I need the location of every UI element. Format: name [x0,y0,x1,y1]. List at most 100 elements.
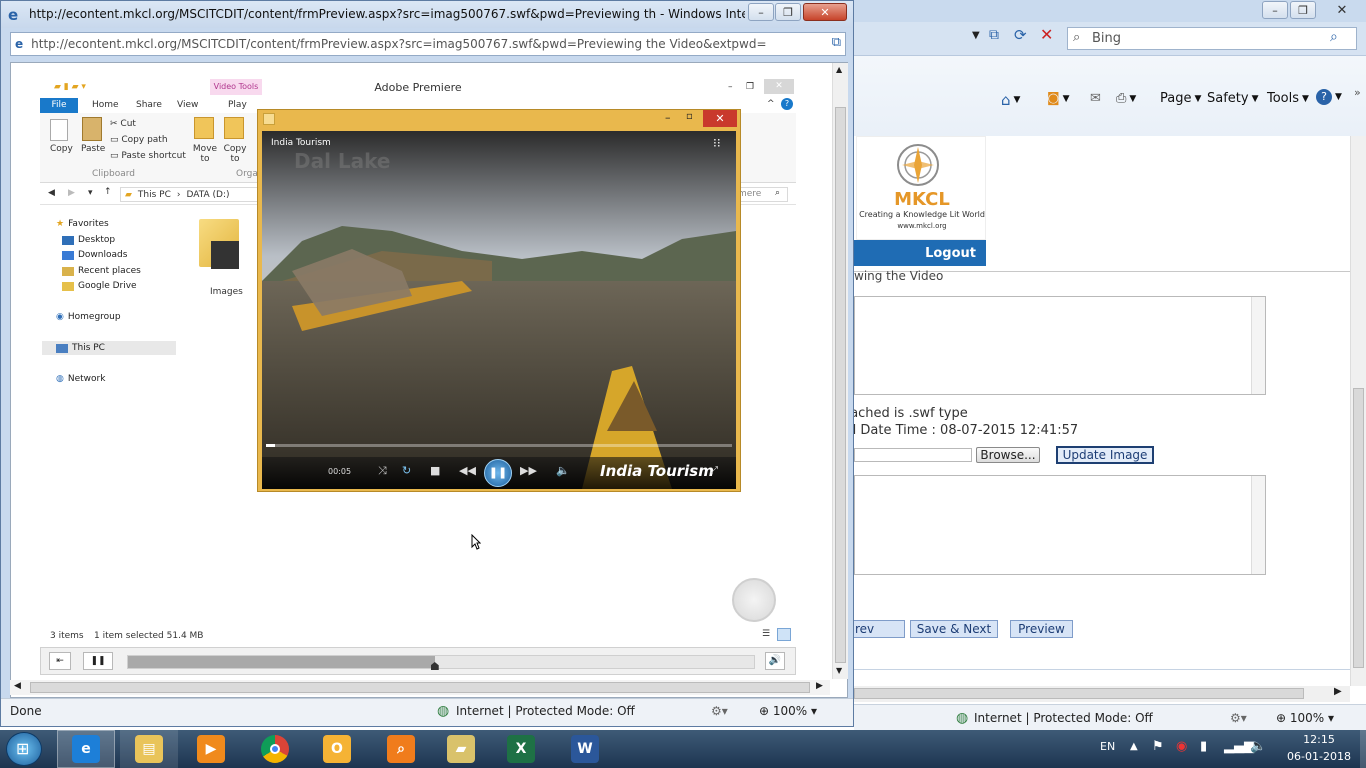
video-frame[interactable]: India Tourism ⁝⁝ Dal Lake 00:05 ⤨ ↻ ■ ◀◀… [262,131,736,489]
print-button[interactable]: ⎙ ▼ [1116,91,1136,106]
scroll-right-icon[interactable]: ▶ [1334,686,1342,697]
nav-network[interactable]: ◍ Network [56,374,105,384]
action-center-icon[interactable]: ⚑ [1152,739,1164,754]
fast-forward-icon[interactable]: ▶▶ [520,464,537,477]
cut-button[interactable]: ✂ Cut [110,119,136,129]
popup-horizontal-scrollbar[interactable]: ◀ ▶ [10,680,830,695]
copy-path-button[interactable]: ▭ Copy path [110,135,168,145]
refresh-icon[interactable]: ⟳ [1014,26,1027,44]
clock-date[interactable]: 06-01-2018 [1284,750,1354,763]
popup-zoom-control[interactable]: ⊕ 100% ▾ [759,704,817,718]
home-button[interactable]: ⌂ ▼ [1001,91,1020,109]
taskbar-media-player[interactable]: ▶ [182,730,240,768]
start-button[interactable]: ⊞ [6,732,42,766]
scroll-up-icon[interactable]: ▲ [836,65,842,74]
bg-hscroll-thumb[interactable] [854,688,1304,699]
bg-horizontal-scrollbar[interactable]: ▶ [854,686,1350,702]
tab-file[interactable]: File [40,98,78,113]
bg-scroll-thumb[interactable] [1353,388,1364,668]
show-desktop-button[interactable] [1360,730,1366,768]
volume-icon[interactable]: 🔈 [556,464,570,477]
preview-button[interactable]: Preview [1010,620,1073,638]
exp-minimize-icon[interactable]: – [728,82,733,92]
clock-time[interactable]: 12:15 [1284,733,1354,746]
nav-recent[interactable]: Recent places [62,266,141,276]
explorer-search-box[interactable]: mere ⌕ [734,187,788,202]
rewind-icon[interactable]: ◀◀ [459,464,476,477]
player-minimize-icon[interactable]: – [665,111,671,124]
prev-button[interactable]: rev [852,620,905,638]
video-playlist-icon[interactable]: ⁝⁝ [713,136,721,150]
breadcrumb-data-drive[interactable]: DATA (D:) [187,190,230,200]
help-icon[interactable]: ? [781,98,793,110]
nav-downloads[interactable]: Downloads [62,250,127,260]
paste-button[interactable]: Paste [81,144,105,154]
popup-close-button[interactable]: ✕ [803,3,847,21]
player-maximize-icon[interactable]: ▫ [686,111,693,122]
large-icons-view-icon[interactable] [777,628,791,641]
safety-menu[interactable]: Safety ▼ [1207,91,1259,106]
taskbar-explorer[interactable]: ▤ [120,730,178,768]
taskbar-excel[interactable]: X [492,730,550,768]
textarea-scrollbar[interactable] [1251,297,1265,394]
description-textarea[interactable] [854,296,1266,395]
move-to-button[interactable]: Move to [192,144,218,164]
nav-thispc[interactable]: This PC [42,341,176,355]
breadcrumb[interactable]: ▰ This PC › DATA (D:) [120,187,260,202]
tab-view[interactable]: View [177,100,198,110]
ribbon-collapse-icon[interactable]: ^ [767,99,775,109]
power-icon[interactable]: ▮ [1200,739,1207,754]
paste-shortcut-button[interactable]: ▭ Paste shortcut [110,151,186,161]
page-menu[interactable]: Page ▼ [1160,91,1201,106]
details-view-icon[interactable]: ☰ [762,629,770,639]
video-seekbar[interactable] [266,444,732,447]
tools-menu[interactable]: Tools ▼ [1267,91,1309,106]
app-tray-icon[interactable]: ◉ [1176,739,1187,754]
popup-minimize-button[interactable]: – [748,3,774,21]
taskbar-outlook[interactable]: O [308,730,366,768]
logout-button[interactable]: Logout [854,240,986,266]
search-box[interactable]: ⌕ Bing ⌕ [1067,27,1357,50]
taskbar-ie[interactable]: e [57,730,115,768]
bg-zoom-control[interactable]: ⊕ 100% ▾ [1276,711,1334,725]
scroll-down-icon[interactable]: ▼ [836,666,842,675]
taskbar-folder[interactable]: ▰ [432,730,490,768]
popup-restore-button[interactable]: ❐ [775,3,801,21]
nav-desktop[interactable]: Desktop [62,235,115,245]
update-image-button[interactable]: Update Image [1056,446,1154,464]
exp-maximize-icon[interactable]: ❐ [746,82,754,92]
popup-hscroll-thumb[interactable] [30,682,810,693]
bg-restore-button[interactable]: ❐ [1290,1,1316,19]
compat-view-icon[interactable]: ⧉ [989,27,999,43]
nav-favorites[interactable]: ★ Favorites [56,219,109,229]
tab-share[interactable]: Share [136,100,162,110]
popup-vertical-scrollbar[interactable]: ▲ ▼ [832,63,848,679]
stop-icon[interactable]: ■ [430,464,440,477]
search-go-icon[interactable]: ⌕ [1330,29,1338,45]
nav-gdrive[interactable]: Google Drive [62,281,137,291]
show-hidden-icons[interactable]: ▲ [1130,741,1138,752]
exit-icon[interactable]: ⇤ [49,652,71,670]
popup-address-bar[interactable]: e http://econtent.mkcl.org/MSCITCDIT/con… [10,32,846,56]
notes-textarea[interactable] [854,475,1266,575]
save-next-button[interactable]: Save & Next [910,620,998,638]
pause-button[interactable]: ❚❚ [484,459,512,487]
popup-scroll-thumb[interactable] [835,107,846,663]
mail-button[interactable]: ✉ [1090,91,1101,106]
security-icon[interactable]: ⚙▾ [1230,711,1247,725]
feeds-button[interactable]: ◙ ▼ [1047,91,1070,106]
bg-vertical-scrollbar[interactable] [1350,136,1366,686]
stop-icon[interactable]: ✕ [1040,25,1053,44]
tab-home[interactable]: Home [92,100,119,110]
exp-close-icon[interactable]: ✕ [764,79,794,94]
file-path-input[interactable] [854,448,972,462]
volume-icon[interactable]: 🔈 [1250,739,1266,754]
browse-button[interactable]: Browse... [976,447,1040,463]
up-icon[interactable]: ↑ [104,187,112,197]
help-button[interactable]: ? ▼ [1316,89,1342,105]
back-icon[interactable]: ◀ [48,188,55,198]
images-folder[interactable]: Images [197,215,243,297]
language-indicator[interactable]: EN [1100,740,1115,753]
copy-button[interactable]: Copy [50,144,73,154]
scroll-left-icon[interactable]: ◀ [14,681,21,691]
